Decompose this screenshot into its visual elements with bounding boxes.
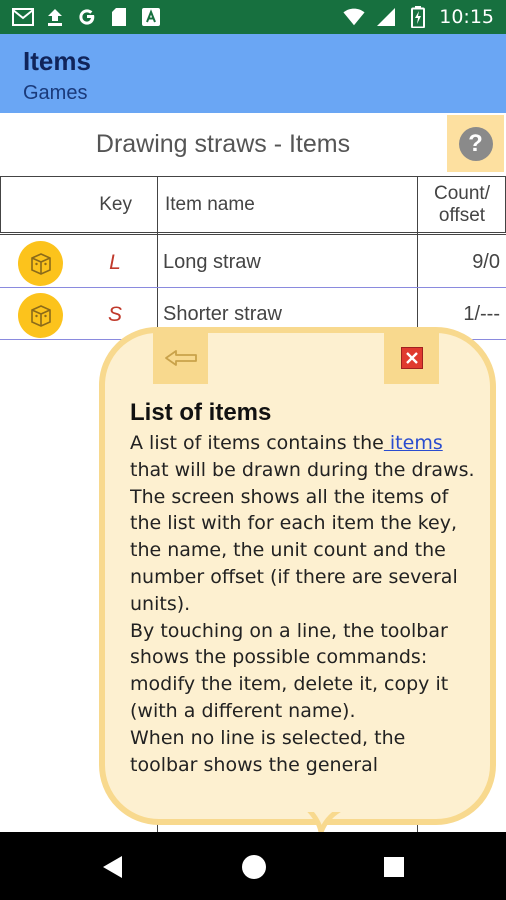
home-circle-icon[interactable] xyxy=(237,850,271,884)
help-icon: ? xyxy=(458,126,493,161)
status-time: 10:15 xyxy=(439,6,494,28)
navigation-bar xyxy=(0,832,506,900)
help-text: A list of items contains the items that … xyxy=(130,430,475,778)
header-key: Key xyxy=(99,193,132,215)
row-count-offset: 9/0 xyxy=(472,251,500,273)
help-title: List of items xyxy=(130,399,272,426)
recents-square-icon[interactable] xyxy=(377,850,411,884)
list-header: Drawing straws - Items ? xyxy=(0,113,506,176)
back-arrow-icon[interactable] xyxy=(153,332,208,384)
header-item-name: Item name xyxy=(165,193,255,215)
help-text-span: that will be drawn during the draws. xyxy=(130,458,475,481)
app-title: Items xyxy=(23,46,91,76)
close-button[interactable] xyxy=(384,332,439,384)
table-header: Key Item name Count/ offset xyxy=(0,176,506,233)
status-bar: 10:15 xyxy=(0,0,506,34)
battery-charging-icon xyxy=(407,6,429,28)
close-icon xyxy=(400,347,423,369)
row-item-name: Long straw xyxy=(163,251,261,273)
help-text-span: A list of items contains the xyxy=(130,432,384,454)
sd-card-icon xyxy=(108,6,130,28)
dice-box-icon[interactable] xyxy=(18,241,63,286)
wifi-icon xyxy=(343,6,365,28)
google-icon xyxy=(76,6,98,28)
font-icon xyxy=(140,6,162,28)
help-paragraph: A list of items contains the items that … xyxy=(130,430,475,484)
header-count-offset: Count/ offset xyxy=(419,177,505,232)
help-paragraph: By touching on a line, the toolbar shows… xyxy=(130,619,449,722)
items-link[interactable]: items xyxy=(384,432,443,454)
dice-box-icon[interactable] xyxy=(18,293,63,338)
gmail-icon xyxy=(12,6,34,28)
help-button[interactable]: ? xyxy=(447,115,504,172)
app-subtitle: Games xyxy=(23,82,88,104)
header-divider xyxy=(0,233,506,235)
bubble-tail xyxy=(305,808,345,834)
row-key: L xyxy=(109,250,121,274)
back-triangle-icon[interactable] xyxy=(96,850,130,884)
screen: 10:15 Items Games Drawing straws - Items… xyxy=(0,0,506,900)
list-title: Drawing straws - Items xyxy=(95,130,351,158)
app-bar: Items Games xyxy=(0,34,506,113)
header-count-line2: offset xyxy=(438,204,486,226)
header-count-line1: Count/ xyxy=(434,182,490,204)
upload-icon xyxy=(44,6,66,28)
help-content: List of items A list of items contains t… xyxy=(130,398,475,802)
row-key: S xyxy=(107,302,122,326)
help-paragraph: When no line is selected, the toolbar sh… xyxy=(130,726,406,776)
signal-icon xyxy=(375,6,397,28)
help-paragraph: The screen shows all the items of the li… xyxy=(130,485,458,615)
table-row[interactable]: L Long straw 9/0 xyxy=(0,237,506,288)
status-left-icons xyxy=(12,6,162,28)
status-right-icons: 10:15 xyxy=(343,6,494,28)
